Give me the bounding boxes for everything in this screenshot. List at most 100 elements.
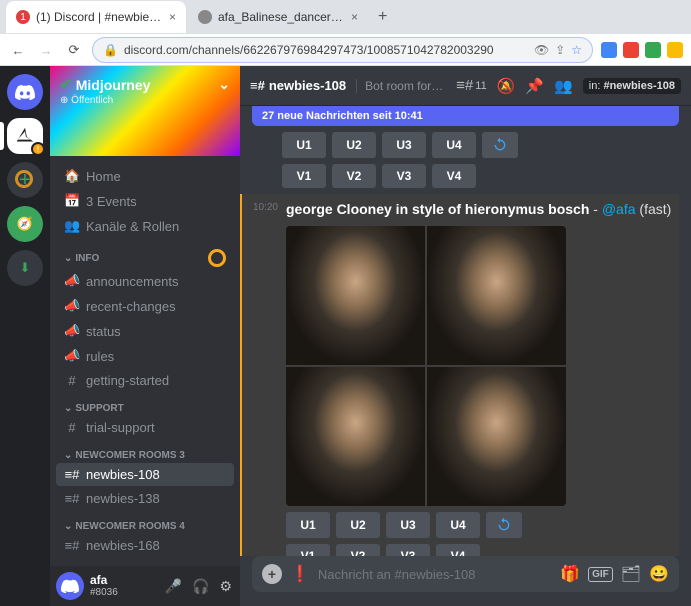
image-grid[interactable]: [286, 226, 566, 506]
tab-close-icon[interactable]: ×: [169, 10, 176, 24]
channel-newbies-108[interactable]: ≡#newbies-108: [56, 463, 234, 486]
sticker-icon[interactable]: 🗂: [621, 564, 641, 584]
back-button[interactable]: ←: [8, 40, 28, 60]
download-button[interactable]: ⬇: [7, 250, 43, 286]
pinned-icon[interactable]: 📌: [525, 77, 544, 95]
threads-icon[interactable]: ≡# 11: [456, 77, 487, 94]
v3-button[interactable]: V3: [386, 544, 430, 556]
user-panel: afa #8036 🎤 🎧 ⚙: [50, 566, 240, 606]
category-newcomer-4[interactable]: ⌄ NEWCOMER ROOMS 4: [56, 511, 234, 534]
category-info[interactable]: ⌄ INFO: [56, 239, 234, 269]
thread-hash-icon: ≡#: [64, 491, 80, 506]
upscale-buttons: U1 U2 U3 U4: [286, 512, 679, 538]
search-bar[interactable]: in: #newbies-108: [583, 78, 681, 94]
calendar-icon: 📅: [64, 193, 80, 209]
u2-button[interactable]: U2: [336, 512, 380, 538]
new-tab-button[interactable]: +: [370, 8, 395, 26]
channels-roles-link[interactable]: 👥Kanäle & Rollen: [56, 214, 234, 238]
u1-button[interactable]: U1: [282, 132, 326, 158]
mention[interactable]: @afa: [602, 201, 636, 217]
explore-button[interactable]: 🧭: [7, 206, 43, 242]
v4-button[interactable]: V4: [432, 164, 476, 188]
u4-button[interactable]: U4: [432, 132, 476, 158]
share-icon[interactable]: ⇪: [555, 43, 565, 57]
message: 10:20 george Clooney in style of hierony…: [240, 194, 679, 556]
channel-rules[interactable]: 📣rules: [56, 344, 234, 368]
tab-close-icon[interactable]: ×: [351, 10, 358, 24]
new-messages-bar[interactable]: 27 neue Nachrichten seit 10:41: [252, 106, 679, 126]
channel-list: 🏠Home 📅3 Events 👥Kanäle & Rollen ⌄ INFO …: [50, 156, 240, 566]
channel-newbies-168[interactable]: ≡#newbies-168: [56, 534, 234, 557]
generated-image-1[interactable]: [286, 226, 425, 365]
generated-image-4[interactable]: [427, 367, 566, 506]
add-server-button[interactable]: +: [7, 162, 43, 198]
v2-button[interactable]: V2: [332, 164, 376, 188]
u2-button[interactable]: U2: [332, 132, 376, 158]
extension-icon[interactable]: [601, 42, 617, 58]
generated-image-2[interactable]: [427, 226, 566, 365]
v2-button[interactable]: V2: [336, 544, 380, 556]
gif-button[interactable]: GIF: [588, 567, 613, 582]
server-banner[interactable]: ✔Midjourney⌄ ⊕ Öffentlich: [50, 66, 240, 156]
browser-tab-inactive[interactable]: afa_Balinese_dancer_0a0d8fdd-c ×: [188, 1, 368, 33]
megaphone-icon: 📣: [64, 273, 80, 289]
eye-off-icon[interactable]: 👁: [534, 43, 549, 57]
attach-button[interactable]: +: [262, 564, 282, 584]
discord-home-button[interactable]: [7, 74, 43, 110]
u3-button[interactable]: U3: [382, 132, 426, 158]
reroll-button[interactable]: [486, 512, 522, 538]
hash-icon: #: [64, 373, 80, 388]
settings-icon[interactable]: ⚙: [217, 578, 234, 595]
extension-icon[interactable]: [667, 42, 683, 58]
user-avatar[interactable]: [56, 572, 84, 600]
browser-tab-active[interactable]: 1 (1) Discord | #newbies-108 | Mid ×: [6, 1, 186, 33]
star-icon[interactable]: ☆: [571, 43, 582, 57]
deafen-icon[interactable]: 🎧: [190, 578, 211, 595]
channel-sidebar: ✔Midjourney⌄ ⊕ Öffentlich 🏠Home 📅3 Event…: [50, 66, 240, 606]
channel-newbies-138[interactable]: ≡#newbies-138: [56, 487, 234, 510]
forward-button[interactable]: →: [36, 40, 56, 60]
channel-announcements[interactable]: 📣announcements: [56, 269, 234, 293]
emoji-icon[interactable]: 😀: [649, 564, 669, 584]
channel-trial-support[interactable]: #trial-support: [56, 416, 234, 439]
address-bar[interactable]: 🔒 👁 ⇪ ☆: [92, 37, 593, 63]
gift-icon[interactable]: 🎁: [560, 564, 580, 584]
category-newcomer-3[interactable]: ⌄ NEWCOMER ROOMS 3: [56, 440, 234, 463]
u1-button[interactable]: U1: [286, 512, 330, 538]
channel-status[interactable]: 📣status: [56, 319, 234, 343]
members-icon[interactable]: 👥: [554, 77, 573, 95]
channel-getting-started[interactable]: #getting-started: [56, 369, 234, 392]
people-icon: 👥: [64, 218, 80, 234]
discord-logo-icon: [61, 579, 79, 593]
discord-logo-icon: [15, 84, 35, 100]
upscale-buttons: U1 U2 U3 U4: [282, 132, 679, 158]
chat-area: ≡#newbies-108 Bot room for ne... ≡# 11 🔕…: [240, 66, 691, 606]
home-link[interactable]: 🏠Home: [56, 164, 234, 188]
v4-button[interactable]: V4: [436, 544, 480, 556]
guild-midjourney[interactable]: !: [7, 118, 43, 154]
events-link[interactable]: 📅3 Events: [56, 189, 234, 213]
thread-hash-icon: ≡#: [250, 78, 265, 93]
megaphone-icon: 📣: [64, 348, 80, 364]
url-input[interactable]: [124, 43, 528, 57]
mute-mic-icon[interactable]: 🎤: [163, 578, 184, 595]
category-support[interactable]: ⌄ SUPPORT: [56, 393, 234, 416]
reroll-button[interactable]: [482, 132, 518, 158]
channel-recent-changes[interactable]: 📣recent-changes: [56, 294, 234, 318]
reload-button[interactable]: ⟳: [64, 40, 84, 60]
v1-button[interactable]: V1: [286, 544, 330, 556]
home-icon: 🏠: [64, 168, 80, 184]
v3-button[interactable]: V3: [382, 164, 426, 188]
notifications-icon[interactable]: 🔕: [497, 77, 516, 95]
user-info[interactable]: afa #8036: [90, 574, 157, 598]
message-input[interactable]: [318, 567, 552, 582]
v1-button[interactable]: V1: [282, 164, 326, 188]
variation-buttons: V1 V2 V3 V4: [282, 164, 679, 188]
extension-icon[interactable]: [623, 42, 639, 58]
u4-button[interactable]: U4: [436, 512, 480, 538]
extension-icon[interactable]: [645, 42, 661, 58]
generated-image-3[interactable]: [286, 367, 425, 506]
channel-topic[interactable]: Bot room for ne...: [356, 79, 446, 93]
tab-favicon: [198, 10, 212, 24]
u3-button[interactable]: U3: [386, 512, 430, 538]
